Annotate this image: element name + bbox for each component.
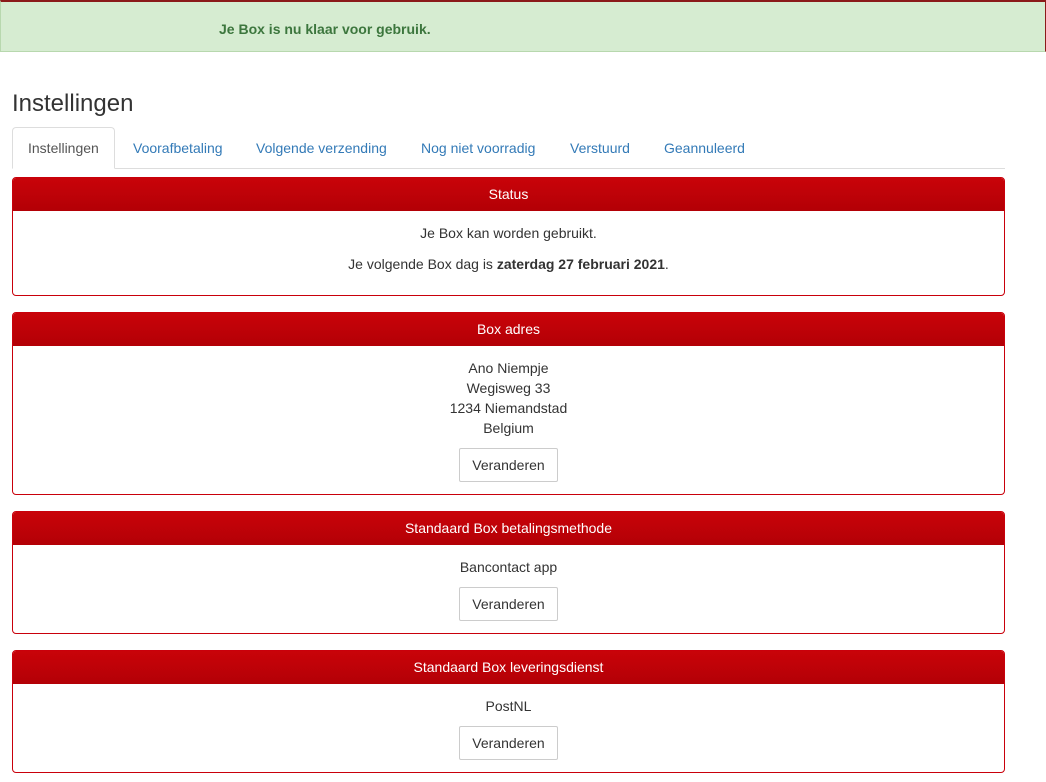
tab-bar: Instellingen Voorafbetaling Volgende ver… bbox=[12, 127, 1005, 169]
address-street: Wegisweg 33 bbox=[466, 380, 551, 396]
page-title: Instellingen bbox=[12, 90, 134, 117]
change-address-button[interactable]: Veranderen bbox=[459, 448, 558, 482]
alert-message: Je Box is nu klaar voor gebruik. bbox=[219, 21, 431, 37]
tab-nog-niet-voorradig[interactable]: Nog niet voorradig bbox=[421, 127, 535, 169]
payment-method-value: Bancontact app bbox=[459, 559, 558, 575]
delivery-service-value: PostNL bbox=[485, 698, 532, 714]
address-city: 1234 Niemandstad bbox=[449, 400, 568, 416]
change-delivery-service-button[interactable]: Veranderen bbox=[459, 726, 558, 760]
address-country: Belgium bbox=[483, 420, 534, 436]
address-panel-heading: Box adres bbox=[13, 313, 1004, 346]
tab-voorafbetaling[interactable]: Voorafbetaling bbox=[133, 127, 223, 169]
tab-geannuleerd[interactable]: Geannuleerd bbox=[664, 127, 745, 169]
status-message: Je Box kan worden gebruikt. bbox=[420, 225, 597, 241]
delivery-service-panel-heading: Standaard Box leveringsdienst bbox=[13, 651, 1004, 684]
payment-method-panel-heading: Standaard Box betalingsmethode bbox=[13, 512, 1004, 545]
tab-volgende-verzending[interactable]: Volgende verzending bbox=[256, 127, 387, 169]
next-box-date: zaterdag 27 februari 2021 bbox=[496, 256, 665, 272]
tab-verstuurd[interactable]: Verstuurd bbox=[570, 127, 630, 169]
address-name: Ano Niempje bbox=[468, 360, 549, 376]
tab-instellingen[interactable]: Instellingen bbox=[12, 127, 115, 169]
success-alert: Je Box is nu klaar voor gebruik. bbox=[0, 0, 1046, 52]
change-payment-method-button[interactable]: Veranderen bbox=[459, 587, 558, 621]
delivery-service-panel: Standaard Box leveringsdienst PostNL Ver… bbox=[12, 650, 1005, 773]
status-panel-heading: Status bbox=[13, 178, 1004, 211]
next-box-day-suffix: . bbox=[664, 256, 669, 272]
next-box-day-prefix: Je volgende Box dag is bbox=[348, 256, 497, 272]
status-panel: Status Je Box kan worden gebruikt. Je vo… bbox=[12, 177, 1005, 296]
next-box-day: Je volgende Box dag is zaterdag 27 febru… bbox=[13, 254, 1004, 274]
payment-method-panel: Standaard Box betalingsmethode Bancontac… bbox=[12, 511, 1005, 634]
address-panel: Box adres Ano Niempje Wegisweg 33 1234 N… bbox=[12, 312, 1005, 495]
